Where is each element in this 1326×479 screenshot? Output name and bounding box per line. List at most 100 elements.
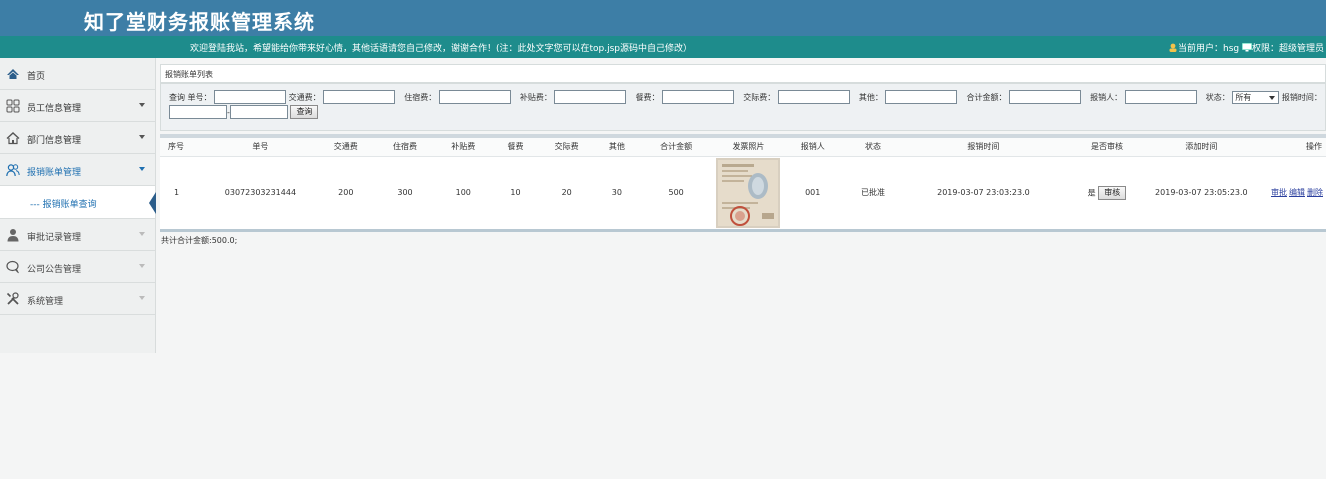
col-header-invoice: 发票照片 xyxy=(713,138,784,157)
user-icon xyxy=(1169,43,1177,52)
cell-social: 20 xyxy=(561,188,572,198)
users-icon xyxy=(6,163,20,177)
meal-label: 餐费： xyxy=(635,92,660,102)
sidebar-item-system[interactable]: 系统管理 xyxy=(0,283,155,315)
sidebar-subitem-label: --- 报销账单查询 xyxy=(30,200,97,210)
col-header-subsidy: 补贴费 xyxy=(434,138,493,157)
traffic-input[interactable] xyxy=(323,90,396,104)
home-icon xyxy=(6,67,20,81)
other-input[interactable] xyxy=(885,90,958,104)
search-button[interactable]: 查询 xyxy=(290,105,319,119)
col-header-traffic: 交通费 xyxy=(315,138,376,157)
bill-table-container: 序号 单号 交通费 住宿费 补贴费 餐费 交际费 其他 合计金额 发票照片 报销… xyxy=(160,134,1326,232)
cell-invoice xyxy=(713,156,783,229)
sidebar-item-departments[interactable]: 部门信息管理 xyxy=(0,122,155,154)
subsidy-input[interactable] xyxy=(554,90,627,104)
chevron-down-icon xyxy=(139,103,145,107)
social-label: 交际费： xyxy=(743,92,776,102)
col-header-status: 状态 xyxy=(841,138,905,157)
notice-bar: 欢迎登陆我站，希望能给你带来好心情，其他话语请您自己修改，谢谢合作！(注：此处文… xyxy=(0,36,1326,58)
time-end-input[interactable] xyxy=(229,105,288,119)
person-input[interactable] xyxy=(1124,90,1197,104)
search-query-label: 查询 xyxy=(169,92,185,102)
total-label: 合计金额： xyxy=(966,92,1007,102)
cell-time: 2019-03-07 23:03:23.0 xyxy=(937,188,1030,198)
chevron-down-icon xyxy=(139,167,145,171)
cell-added: 2019-03-07 23:05:23.0 xyxy=(1155,188,1248,198)
sidebar-item-announcements[interactable]: 公司公告管理 xyxy=(0,251,155,283)
other-label: 其他： xyxy=(858,92,883,102)
total-summary: 共计合计金额:500.0; xyxy=(161,236,238,245)
chevron-down-icon xyxy=(139,296,145,300)
col-header-added: 添加时间 xyxy=(1151,138,1252,157)
review-button[interactable]: 审核 xyxy=(1098,185,1127,200)
sidebar-filler xyxy=(0,353,156,479)
col-header-person: 报销人 xyxy=(783,138,842,157)
status-label: 状态： xyxy=(1205,92,1230,102)
current-user-label: 当前用户：hsg xyxy=(1178,44,1240,54)
sidebar-item-label: 首页 xyxy=(27,72,46,82)
table-row: 1 03072303231444 200 300 100 10 20 30 50… xyxy=(160,156,1326,229)
reviewed-value: 是 xyxy=(1087,188,1096,198)
app-header: 知了堂财务报账管理系统 xyxy=(0,0,1326,36)
col-header-total: 合计金额 xyxy=(638,138,714,157)
sidebar-item-label: 部门信息管理 xyxy=(27,136,82,146)
total-input[interactable] xyxy=(1009,90,1082,104)
welcome-message: 欢迎登陆我站，希望能给你带来好心情，其他话语请您自己修改，谢谢合作！(注：此处文… xyxy=(190,44,693,54)
sidebar-subitem-expense-query[interactable]: --- 报销账单查询 xyxy=(0,186,156,219)
cell-status: 已批准 xyxy=(860,188,885,198)
sidebar-item-label: 员工信息管理 xyxy=(27,104,82,114)
bill-table: 序号 单号 交通费 住宿费 补贴费 餐费 交际费 其他 合计金额 发票照片 报销… xyxy=(160,138,1326,229)
sidebar-item-label: 审批记录管理 xyxy=(27,233,82,243)
col-header-meal: 餐费 xyxy=(492,138,539,157)
col-header-social: 交际费 xyxy=(538,138,595,157)
chevron-down-icon xyxy=(139,135,145,139)
house-icon xyxy=(6,131,20,145)
sidebar-item-label: 公司公告管理 xyxy=(27,265,82,275)
monitor-icon xyxy=(1242,43,1252,52)
col-header-other: 其他 xyxy=(594,138,639,157)
col-header-index: 序号 xyxy=(160,138,206,157)
chat-icon xyxy=(6,260,20,274)
time-label: 报销时间： xyxy=(1281,92,1322,102)
chevron-down-icon xyxy=(139,232,145,236)
cell-other: 30 xyxy=(611,188,622,198)
person-icon xyxy=(6,228,20,242)
grid-icon xyxy=(6,99,20,113)
meal-input[interactable] xyxy=(662,90,735,104)
cell-no: 03072303231444 xyxy=(224,188,297,198)
search-form: 查询 单号： 交通费： 住宿费： 补贴费： 餐费： 交际费： 其他： 合计金额：… xyxy=(160,83,1326,131)
user-info: 当前用户：hsg 权限：超级管理员 xyxy=(1168,41,1324,54)
status-select[interactable]: 所有 xyxy=(1232,90,1280,104)
sidebar-item-home[interactable]: 首页 xyxy=(0,58,155,90)
approve-link[interactable]: 审批 xyxy=(1271,188,1287,197)
search-row-2: - 查询 xyxy=(169,105,319,119)
cell-subsidy: 100 xyxy=(455,188,471,198)
bill-no-input[interactable] xyxy=(214,90,287,104)
col-header-actions: 操作 xyxy=(1251,138,1326,157)
table-header-row: 序号 单号 交通费 住宿费 补贴费 餐费 交际费 其他 合计金额 发票照片 报销… xyxy=(160,138,1326,157)
panel-title: 报销账单列表 xyxy=(160,64,1326,83)
social-input[interactable] xyxy=(777,90,850,104)
cell-person: 001 xyxy=(805,188,821,198)
active-indicator-icon xyxy=(149,192,156,214)
tools-icon xyxy=(6,292,20,306)
person-label: 报销人： xyxy=(1090,92,1123,102)
col-header-reviewed: 是否审核 xyxy=(1062,138,1152,157)
cell-total: 500 xyxy=(668,188,684,198)
sidebar-item-expense-bills[interactable]: 报销账单管理 xyxy=(0,154,155,186)
lodging-input[interactable] xyxy=(438,90,511,104)
sidebar: 首页 员工信息管理 部门信息管理 报销账单管理 --- 报销账单查询 审批记录管… xyxy=(0,58,156,353)
role-label: 权限：超级管理员 xyxy=(1251,44,1324,54)
invoice-photo[interactable] xyxy=(716,157,781,228)
traffic-label: 交通费： xyxy=(288,92,321,102)
cell-index: 1 xyxy=(174,188,180,198)
col-header-lodging: 住宿费 xyxy=(375,138,435,157)
delete-link[interactable]: 删除 xyxy=(1307,188,1323,197)
time-start-input[interactable] xyxy=(169,105,227,119)
sidebar-item-approval-records[interactable]: 审批记录管理 xyxy=(0,219,155,251)
lodging-label: 住宿费： xyxy=(404,92,437,102)
sidebar-item-employees[interactable]: 员工信息管理 xyxy=(0,90,155,122)
edit-link[interactable]: 编辑 xyxy=(1289,188,1305,197)
bill-no-label: 单号： xyxy=(187,92,212,102)
